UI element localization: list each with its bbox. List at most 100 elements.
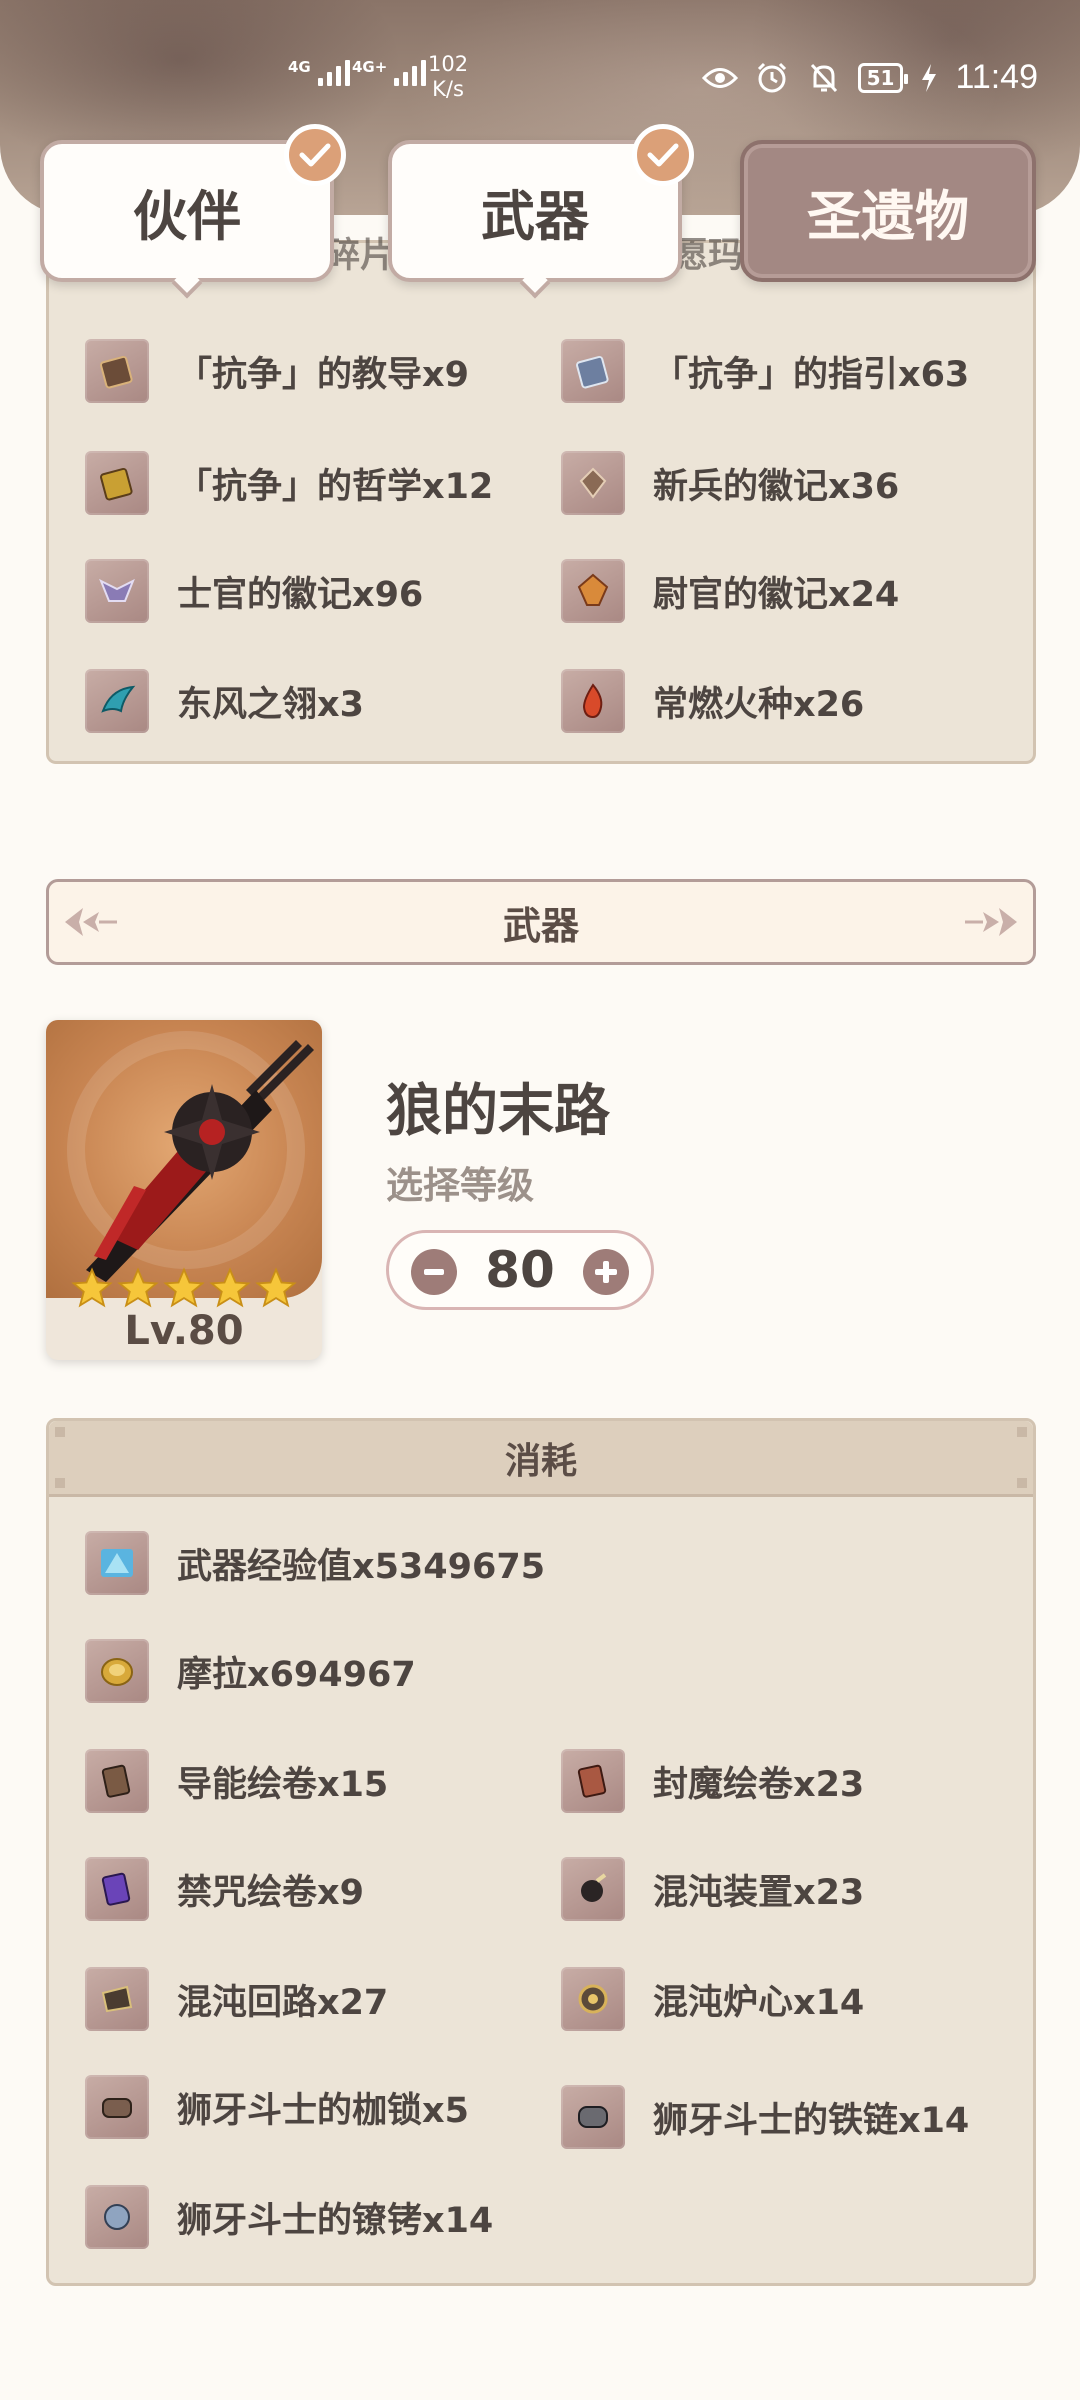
list-item: 士官的徽记x96 (85, 559, 423, 623)
cost-title: 消耗 (504, 1440, 577, 1482)
insignia-brown-icon (561, 451, 625, 515)
material-panel: 碎片x 愿玛 「抗争」的教导x9 「抗争」的指引x63 「抗争」的哲学x12 新… (46, 236, 1036, 764)
item-label: 武器经验值x5349675 (177, 1546, 546, 1587)
list-item: 混沌装置x23 (561, 1857, 864, 1921)
book-blue-icon (561, 339, 625, 403)
tab-artifact-label: 圣遗物 (807, 184, 969, 248)
chaos-core-icon (561, 1967, 625, 2031)
tab-partner[interactable]: 伙伴 (40, 124, 346, 299)
item-label: 新兵的徽记x36 (653, 466, 900, 507)
item-label: 「抗争」的指引x63 (653, 354, 970, 395)
battery-indicator: 51 (857, 62, 909, 93)
ornament-left-icon (63, 904, 119, 944)
tab-weapon[interactable]: 武器 (388, 124, 694, 299)
cell-signal-2-icon: 4G+ (352, 58, 427, 86)
star-icon (71, 1267, 113, 1308)
section-title: 武器 (502, 903, 579, 948)
scroll-red-icon (561, 1749, 625, 1813)
mute-bell-icon (806, 60, 842, 96)
item-label: 导能绘卷x15 (177, 1764, 389, 1805)
signal-1-label: 4G (288, 58, 311, 76)
list-item: 封魔绘卷x23 (561, 1749, 864, 1813)
corner-ornament (1017, 1427, 1027, 1437)
chaos-circuit-icon (85, 1967, 149, 2031)
alarm-icon (754, 60, 790, 96)
item-label: 混沌回路x27 (177, 1982, 389, 2023)
star-icon (117, 1267, 159, 1308)
item-label: 狮牙斗士的枷锁x5 (177, 2090, 469, 2131)
item-label: 「抗争」的哲学x12 (177, 466, 494, 507)
level-stepper: 80 (386, 1230, 654, 1310)
list-item: 尉官的徽记x24 (561, 559, 899, 623)
item-label: 混沌炉心x14 (653, 1982, 865, 2023)
star-icon (209, 1267, 251, 1308)
exp-crystal-icon (85, 1531, 149, 1595)
charging-icon (919, 60, 939, 96)
tab-artifact[interactable]: 圣遗物 (740, 140, 1036, 282)
item-label: 封魔绘卷x23 (653, 1764, 865, 1805)
list-item: 禁咒绘卷x9 (85, 1857, 364, 1921)
list-item: 狮牙斗士的枷锁x5 (85, 2075, 469, 2139)
corner-ornament (1017, 1478, 1027, 1488)
feather-icon (85, 669, 149, 733)
item-label: 「抗争」的教导x9 (177, 354, 469, 395)
mora-coin-icon (85, 1639, 149, 1703)
item-label: 狮牙斗士的铁链x14 (653, 2100, 970, 2141)
star-icon (255, 1267, 297, 1308)
list-item: 常燃火种x26 (561, 669, 864, 733)
book-brown-icon (85, 339, 149, 403)
book-gold-icon (85, 451, 149, 515)
item-label: 尉官的徽记x24 (653, 574, 900, 615)
chain-icon (561, 2085, 625, 2149)
flame-icon (561, 669, 625, 733)
insignia-gold-icon (561, 559, 625, 623)
weapon-level-badge: Lv.80 (124, 1308, 244, 1354)
list-item: 狮牙斗士的铁链x14 (561, 2085, 969, 2149)
list-item: 新兵的徽记x36 (561, 451, 899, 515)
item-label: 常燃火种x26 (653, 684, 865, 725)
net-speed-value: 102 (428, 52, 469, 76)
list-item: 东风之翎x3 (85, 669, 364, 733)
tab-weapon-label: 武器 (481, 184, 589, 248)
status-bar: 4G 4G+ 102 K/s 51 11:49 (0, 40, 1080, 120)
corner-ornament (55, 1427, 65, 1437)
list-item: 摩拉x694967 (85, 1639, 416, 1703)
network-speed: 102 K/s (428, 52, 468, 102)
item-label: 摩拉x694967 (177, 1654, 416, 1695)
scroll-purple-icon (85, 1857, 149, 1921)
item-label: 狮牙斗士的镣铐x14 (177, 2200, 494, 2241)
list-item: 「抗争」的哲学x12 (85, 451, 493, 515)
partial-row-label: 愿玛 (673, 236, 744, 276)
weapon-name: 狼的末路 (386, 1079, 610, 1144)
item-label: 东风之翎x3 (177, 684, 364, 725)
list-item: 「抗争」的教导x9 (85, 339, 469, 403)
list-item: 混沌炉心x14 (561, 1967, 864, 2031)
list-item: 武器经验值x5349675 (85, 1531, 545, 1595)
list-item: 混沌回路x27 (85, 1967, 388, 2031)
list-item: 「抗争」的指引x63 (561, 339, 969, 403)
check-icon (284, 124, 346, 186)
increment-button[interactable] (583, 1249, 629, 1295)
eye-comfort-icon (701, 60, 738, 96)
star-icon (163, 1267, 205, 1308)
net-speed-unit: K/s (432, 77, 464, 101)
cost-panel: 消耗 武器经验值x5349675 摩拉x694967 导能绘卷x15 封魔绘卷x… (46, 1418, 1036, 2286)
plus-icon (595, 1261, 617, 1283)
weapon-image (46, 1020, 322, 1298)
corner-ornament (55, 1478, 65, 1488)
handcuff-icon (85, 2185, 149, 2249)
chaos-device-icon (561, 1857, 625, 1921)
item-label: 禁咒绘卷x9 (177, 1872, 364, 1913)
rarity-stars (70, 1266, 298, 1310)
scroll-brown-icon (85, 1749, 149, 1813)
shackle-icon (85, 2075, 149, 2139)
ornament-right-icon (963, 904, 1019, 944)
clock: 11:49 (955, 58, 1038, 96)
weapon-card[interactable]: Lv.80 (46, 1020, 322, 1360)
check-icon (632, 124, 694, 186)
list-item: 导能绘卷x15 (85, 1749, 388, 1813)
level-prompt: 选择等级 (386, 1164, 534, 1207)
insignia-purple-icon (85, 559, 149, 623)
signal-2-label: 4G+ (352, 58, 388, 76)
cell-signal-1-icon: 4G (288, 60, 350, 86)
